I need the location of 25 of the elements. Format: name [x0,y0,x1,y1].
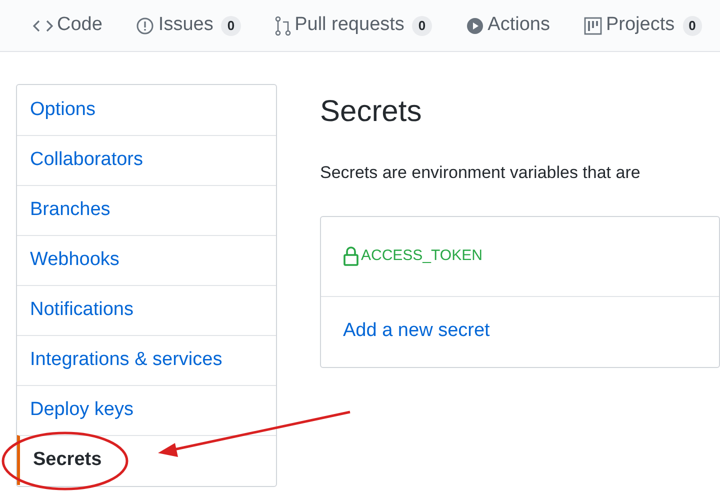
page-title: Secrets [320,94,423,130]
count-badge: 0 [412,16,432,36]
play-circle-icon [466,16,484,34]
code-icon [33,18,53,32]
add-secret-link[interactable]: Add a new secret [343,317,490,346]
sidebar-item[interactable]: Webhooks [17,235,276,285]
alert-circle-icon [136,16,154,34]
pull-request-icon [274,16,291,36]
sidebar-item[interactable]: Deploy keys [17,385,276,435]
secret-name: ACCESS_TOKEN [361,246,482,266]
count-badge: 0 [682,16,702,36]
repo-tab[interactable]: Issues 0 [136,11,241,40]
count-badge: 0 [221,16,241,36]
project-board-icon [584,16,602,34]
sidebar-item[interactable]: Options [17,85,276,135]
sidebar-item[interactable]: Branches [17,185,276,235]
sidebar-item[interactable]: Integrations & services [17,335,276,385]
lock-icon [343,246,359,266]
description-text: Secrets are environment variables that are [320,162,642,184]
sidebar-item[interactable]: Collaborators [17,135,276,185]
repo-tab[interactable]: Pull requests 0 [274,11,432,40]
sidebar-item[interactable]: Notifications [17,285,276,335]
repo-tab[interactable]: Projects 0 [584,11,702,40]
repo-tab[interactable]: Code [33,11,102,40]
repo-tab[interactable]: Actions [466,11,550,40]
